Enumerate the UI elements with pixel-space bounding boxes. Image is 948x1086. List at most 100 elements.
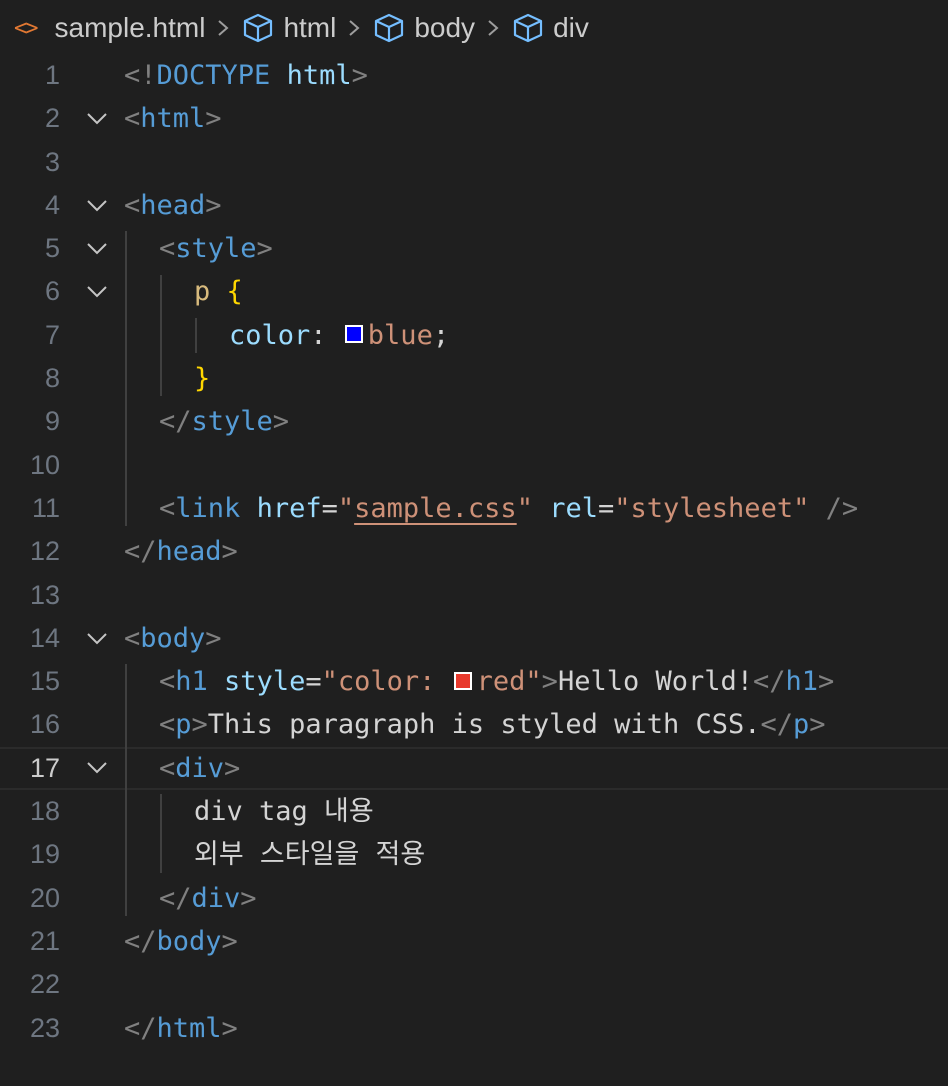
code-token: html (286, 60, 352, 91)
fold-chevron-icon[interactable] (84, 227, 110, 270)
code-token: </ (760, 709, 793, 741)
code-token: > (240, 882, 257, 914)
code-line[interactable]: 9 </style> (0, 400, 948, 443)
code-text: <link href="sample.css" rel="stylesheet"… (159, 487, 858, 530)
code-token: DOCTYPE (156, 60, 271, 91)
code-line[interactable]: 10 (0, 444, 948, 487)
code-token: > (272, 406, 290, 438)
indent-guide (160, 274, 162, 397)
breadcrumb-item-html[interactable]: html (283, 12, 336, 44)
line-number: 17 (29, 752, 60, 783)
line-number: 7 (44, 319, 60, 350)
code-line[interactable]: 14 <body> (0, 617, 948, 660)
line-number: 3 (44, 146, 60, 177)
code-line[interactable]: 23 </html> (0, 1007, 948, 1050)
breadcrumb-item-div[interactable]: div (553, 12, 589, 44)
fold-chevron-icon[interactable] (84, 617, 110, 660)
cube-icon (241, 11, 275, 45)
code-text: div tag 내용 (194, 790, 374, 833)
color-swatch[interactable] (453, 671, 472, 690)
line-number: 20 (29, 882, 60, 913)
code-token: > (205, 103, 222, 135)
code-token: p (194, 276, 211, 308)
code-token: style (191, 406, 273, 438)
code-line[interactable]: 19 외부 스타일을 적용 (0, 833, 948, 876)
code-token: < (159, 233, 176, 265)
code-token: } (194, 363, 211, 395)
code-text: <!DOCTYPE html> (124, 54, 368, 97)
code-token: > (205, 189, 222, 221)
code-line[interactable]: 13 (0, 574, 948, 617)
code-line[interactable]: 1 <!DOCTYPE html> (0, 54, 948, 97)
code-token: p (793, 709, 810, 741)
code-token: < (124, 622, 141, 654)
code-token: </ (159, 882, 192, 914)
indent-guide (195, 317, 197, 354)
code-token: body (156, 925, 222, 957)
code-token: > (351, 60, 368, 91)
color-swatch[interactable] (344, 325, 363, 344)
code-token: < (124, 189, 141, 221)
code-line[interactable]: 6 p { (0, 270, 948, 313)
code-text: <html> (124, 97, 222, 140)
line-number: 16 (29, 709, 60, 740)
code-line[interactable]: 11 <link href="sample.css" rel="styleshee… (0, 487, 948, 530)
code-line[interactable]: 21 </body> (0, 920, 948, 963)
code-line[interactable]: 20 </div> (0, 877, 948, 920)
code-token: h1 (175, 666, 208, 698)
code-line[interactable]: 2 <html> (0, 97, 948, 140)
code-text: </style> (159, 400, 289, 443)
code-token: <! (124, 60, 157, 91)
line-number: 6 (44, 276, 60, 307)
code-line[interactable]: 16 <p>This paragraph is styled with CSS.<… (0, 703, 948, 746)
code-token: Hello World! (557, 666, 754, 698)
code-token: { (226, 276, 243, 308)
indent-guide (125, 231, 127, 527)
code-token: /> (825, 492, 859, 524)
code-line[interactable]: 12 </head> (0, 530, 948, 573)
code-token: div tag 내용 (194, 796, 374, 828)
line-number: 21 (29, 925, 60, 956)
code-line[interactable]: 3 (0, 141, 948, 184)
code-token: html (156, 1012, 222, 1044)
breadcrumb: <> sample.html html body div (0, 0, 948, 56)
code-text: color: blue; (229, 314, 449, 357)
code-token: > (221, 925, 238, 957)
code-line[interactable]: 7 color: blue; (0, 314, 948, 357)
code-text: <head> (124, 184, 222, 227)
code-token: "stylesheet" (614, 492, 810, 524)
fold-chevron-icon[interactable] (84, 97, 110, 140)
code-token: body (140, 622, 206, 654)
code-token: </ (159, 406, 192, 438)
code-line[interactable]: 22 (0, 963, 948, 1006)
code-line[interactable]: 8} (0, 357, 948, 400)
code-token: > (256, 233, 273, 265)
code-line[interactable]: 18 div tag 내용 (0, 790, 948, 833)
code-token: ; (432, 319, 450, 351)
code-token: < (159, 752, 176, 784)
code-token: 외부 스타일을 적용 (194, 839, 426, 871)
code-line[interactable]: 4 <head> (0, 184, 948, 227)
code-line[interactable]: 17 <div> (0, 747, 948, 790)
code-token: > (221, 1012, 238, 1044)
breadcrumb-item-body[interactable]: body (414, 12, 475, 44)
line-number: 1 (44, 60, 60, 90)
line-number: 13 (29, 579, 60, 610)
fold-chevron-icon[interactable] (84, 747, 110, 790)
code-line[interactable]: 15 <h1 style="color: red">Hello World!</h… (0, 660, 948, 703)
line-number: 23 (29, 1012, 60, 1043)
breadcrumb-file[interactable]: sample.html (55, 12, 206, 44)
chevron-right-icon (217, 14, 229, 42)
fold-chevron-icon[interactable] (84, 184, 110, 227)
code-token: sample.css (354, 492, 517, 524)
code-text: 외부 스타일을 적용 (194, 833, 425, 876)
code-editor[interactable]: 1 <!DOCTYPE html> 2 <html> 3 4 <head> 5 <style> 6… (0, 54, 948, 1050)
code-text: </body> (124, 920, 238, 963)
code-token: link (175, 492, 241, 524)
code-token: "color: (321, 666, 452, 698)
code-line[interactable]: 5 <style> (0, 227, 948, 270)
fold-chevron-icon[interactable] (84, 270, 110, 313)
